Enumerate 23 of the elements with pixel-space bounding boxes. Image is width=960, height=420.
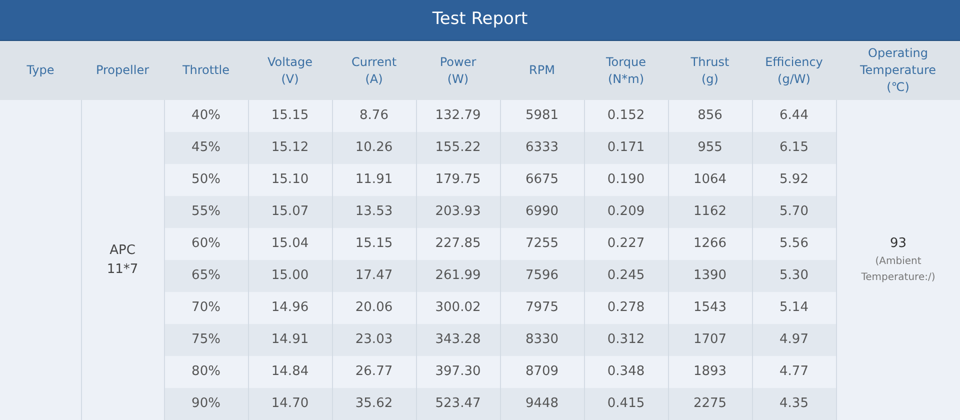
column-header: Thrust (g): [668, 41, 752, 100]
table-cell: 0.415: [584, 388, 668, 420]
column-header: Power (W): [416, 41, 500, 100]
table-cell: 35.62: [332, 388, 416, 420]
column-header: RPM: [500, 41, 584, 100]
table-cell: 2275: [668, 388, 752, 420]
column-header: Voltage (V): [248, 41, 332, 100]
column-header: Current (A): [332, 41, 416, 100]
temperature-value: 93: [888, 234, 908, 253]
temperature-note: (Ambient Temperature:/): [860, 255, 936, 286]
column-header: Operating Temperature (℃): [836, 41, 960, 100]
column-header: Type: [0, 41, 81, 100]
column-header: Efficiency (g/W): [752, 41, 836, 100]
report-title: Test Report: [432, 8, 528, 32]
column-header: Propeller: [81, 41, 164, 100]
table-cell: 90%: [164, 388, 248, 420]
column-header: Throttle: [164, 41, 248, 100]
propeller-name: APC 11*7: [106, 243, 138, 277]
table-cell: 4.35: [752, 388, 836, 420]
table-cell: 14.70: [248, 388, 332, 420]
table-cell: 523.47: [416, 388, 500, 420]
column-header: Torque (N*m): [584, 41, 668, 100]
table-cell: 9448: [500, 388, 584, 420]
